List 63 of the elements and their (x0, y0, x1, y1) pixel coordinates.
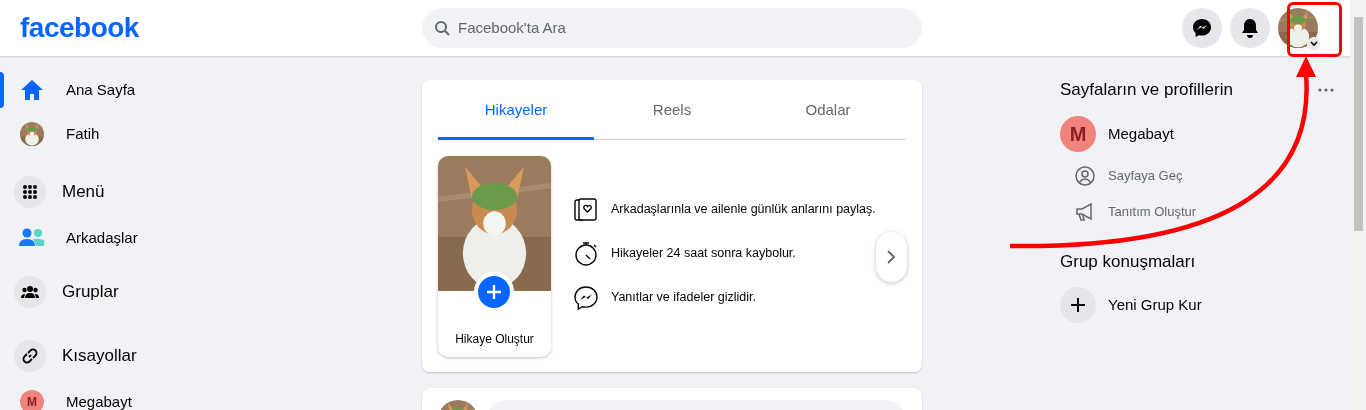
grid-icon (22, 184, 38, 200)
link-icon (21, 347, 39, 365)
profile-button[interactable] (1278, 8, 1318, 48)
bell-icon (1241, 18, 1259, 38)
tab[interactable]: Reels (594, 80, 750, 140)
page-action-label: Tanıtım Oluştur (1108, 203, 1197, 222)
scrollbar[interactable] (1350, 0, 1366, 410)
logo[interactable]: facebook (20, 14, 420, 42)
user-switch-icon (1074, 165, 1096, 187)
highlight-frame (1287, 2, 1342, 57)
photo-cards-icon (573, 196, 599, 223)
sidebar-label: Kısayollar (62, 345, 137, 368)
sidebar-label: Megabayt (66, 391, 132, 410)
sidebar-label: Arkadaşlar (66, 227, 138, 248)
sidebar-label: Gruplar (62, 281, 119, 304)
section-title: Grup konuşmaları (1060, 251, 1197, 273)
story-tip: Hikayeler 24 saat sonra kaybolur. (611, 245, 796, 263)
page-name: Megabayt (1108, 123, 1174, 144)
letter-avatar: M (1060, 116, 1096, 152)
next-button[interactable] (875, 231, 907, 282)
sidebar-label: Fatih (66, 123, 100, 144)
stopwatch-icon (573, 240, 599, 267)
group-icon (21, 285, 39, 299)
avatar (1278, 8, 1318, 48)
search-field[interactable]: Facebook'ta Ara (458, 16, 898, 40)
story-tip: Arkadaşlarınla ve ailenle günlük anlarını paylaş. (611, 201, 876, 219)
search-icon (434, 20, 450, 36)
search-bar[interactable]: Facebook'ta Ara (422, 8, 922, 48)
sidebar-label: Menü (62, 181, 105, 204)
sidebar-item[interactable]: M Megabayt (0, 380, 300, 410)
active-indicator (0, 72, 4, 108)
tab[interactable]: Odalar (750, 80, 906, 140)
sidebar-item[interactable]: Ana Sayfa (0, 68, 300, 112)
scroll-thumb[interactable] (1354, 17, 1363, 231)
story-tip: Yanıtlar ve ifadeler gizlidir. (611, 289, 756, 307)
sidebar-item[interactable]: Kısayollar (0, 332, 300, 380)
messenger-icon (573, 284, 599, 311)
caret-icon (1307, 37, 1321, 51)
notifications-button[interactable] (1230, 8, 1270, 48)
plus-icon (1060, 287, 1096, 323)
sidebar-item[interactable]: Fatih (0, 112, 300, 156)
home-icon (20, 78, 44, 102)
page-action[interactable]: Sayfaya Geç (1074, 158, 1340, 194)
create-story-card[interactable]: Hikaye Oluştur (438, 156, 551, 357)
avatar (20, 122, 44, 146)
sidebar-item[interactable]: Menü (0, 168, 300, 216)
people-icon (19, 228, 45, 248)
sidebar-label: Ana Sayfa (66, 79, 136, 100)
new-group-item[interactable]: Yeni Grup Kur (1060, 283, 1340, 327)
letter-avatar: M (20, 390, 44, 410)
new-group-label: Yeni Grup Kur (1108, 294, 1202, 315)
chevron-right-icon (886, 248, 897, 265)
section-title: Sayfaların ve profillerin (1060, 79, 1233, 102)
page-action-label: Sayfaya Geç (1108, 167, 1183, 186)
messenger-icon (1192, 18, 1212, 38)
create-story-label: Hikaye Oluştur (454, 331, 535, 347)
messenger-button[interactable] (1182, 8, 1222, 48)
page-action[interactable]: Tanıtım Oluştur (1074, 194, 1340, 230)
more-icon[interactable] (1318, 88, 1334, 92)
sidebar-item[interactable]: Arkadaşlar (0, 216, 300, 260)
page-item[interactable]: M Megabayt (1060, 112, 1340, 156)
tab[interactable]: Hikayeler (438, 80, 594, 140)
sidebar-item[interactable]: Gruplar (0, 268, 300, 316)
